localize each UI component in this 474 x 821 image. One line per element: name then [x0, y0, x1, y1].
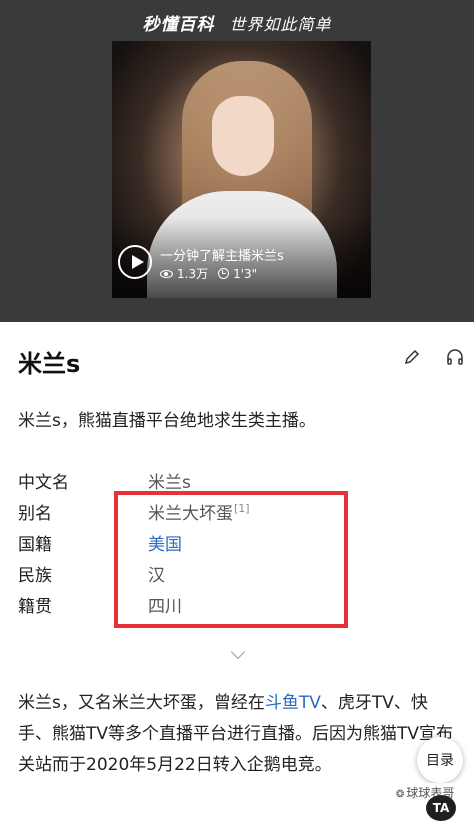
video-meta: 1.3万 1'3" — [160, 265, 257, 282]
video-title[interactable]: 一分钟了解主播米兰s — [160, 245, 284, 264]
info-key: 别名 — [18, 504, 52, 524]
page-title: 米兰s — [18, 350, 81, 378]
chevron-down-icon[interactable] — [230, 644, 246, 660]
entry-summary: 米兰s，熊猫直播平台绝地求生类主播。 — [18, 411, 316, 431]
body-paragraph: 米兰s，又名米兰大坏蛋，曾经在斗鱼TV、虎牙TV、快手、熊猫TV等多个直播平台进… — [18, 688, 458, 781]
info-key: 籍贯 — [18, 597, 52, 617]
headphone-icon[interactable] — [446, 348, 464, 366]
video-duration: 1'3" — [233, 266, 258, 281]
info-value: 米兰s — [148, 473, 191, 493]
info-key: 民族 — [18, 566, 52, 586]
clock-icon — [218, 268, 230, 279]
thumbnail-figure-face — [212, 96, 274, 176]
info-key: 中文名 — [18, 473, 69, 493]
video-views: 1.3万 — [177, 267, 209, 281]
info-key: 国籍 — [18, 535, 52, 555]
play-icon[interactable] — [118, 245, 152, 279]
views-icon — [160, 269, 173, 278]
wechat-icon: ❂ — [396, 789, 405, 800]
brand-slogan: 世界如此简单 — [229, 15, 332, 34]
body-text-part: 米兰s，又名米兰大坏蛋，曾经在 — [18, 693, 265, 713]
edit-pencil-icon[interactable] — [403, 348, 421, 366]
brand-logo: 秒懂百科 — [142, 15, 215, 35]
toc-button[interactable]: 目录 — [417, 737, 463, 783]
ta-badge[interactable]: TA — [426, 795, 456, 821]
brand-header: 秒懂百科 世界如此简单 — [0, 10, 474, 35]
hero-banner: 秒懂百科 世界如此简单 一分钟了解主播米兰s 1.3万 1'3" — [0, 0, 474, 322]
highlight-annotation-box — [114, 491, 348, 628]
body-link-douyu[interactable]: 斗鱼TV — [265, 693, 321, 713]
